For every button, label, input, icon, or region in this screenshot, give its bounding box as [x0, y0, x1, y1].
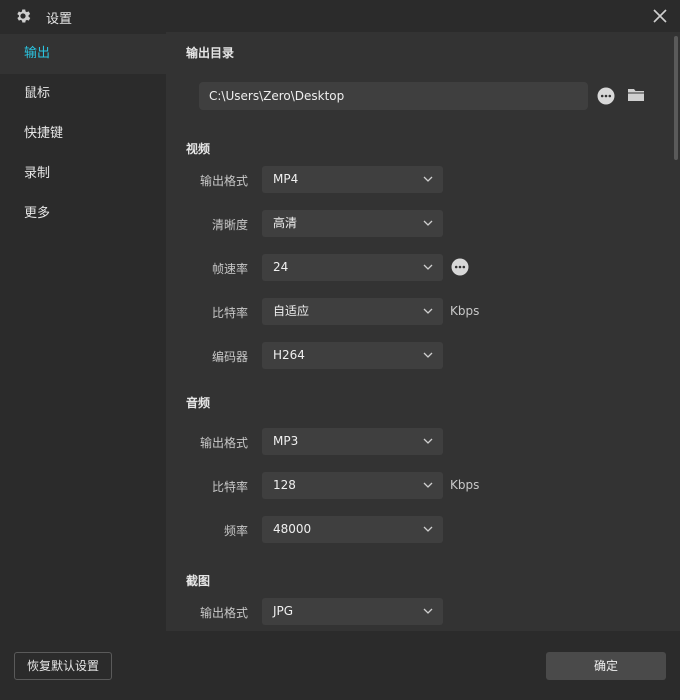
folder-icon[interactable] — [627, 87, 645, 103]
footer: 恢复默认设置 确定 — [0, 631, 680, 700]
audio-bitrate-label: 比特率 — [211, 480, 248, 494]
sidebar-item-hotkeys[interactable]: 快捷键 — [0, 114, 166, 154]
reset-defaults-button[interactable]: 恢复默认设置 — [14, 652, 112, 680]
audio-format-value: MP3 — [273, 434, 299, 448]
screenshot-format-label: 输出格式 — [199, 606, 248, 620]
sidebar-item-mouse[interactable]: 鼠标 — [0, 74, 166, 114]
audio-frequency-label: 频率 — [223, 524, 248, 538]
video-encoder-label: 编码器 — [211, 350, 248, 364]
more-icon[interactable] — [597, 87, 615, 105]
scrollbar-thumb[interactable] — [674, 36, 678, 160]
sidebar-item-record[interactable]: 录制 — [0, 154, 166, 194]
audio-format-label: 输出格式 — [199, 436, 248, 450]
video-quality-select[interactable]: 高清 — [262, 210, 443, 237]
audio-bitrate-value: 128 — [273, 478, 296, 492]
screenshot-format-select[interactable]: JPG — [262, 598, 443, 625]
screenshot-format-value: JPG — [273, 604, 294, 618]
sidebar-item-more[interactable]: 更多 — [0, 194, 166, 234]
video-bitrate-label: 比特率 — [211, 306, 248, 320]
chevron-down-icon — [423, 308, 433, 314]
fps-more-icon[interactable] — [451, 258, 469, 276]
chevron-down-icon — [423, 482, 433, 488]
video-bitrate-value: 自适应 — [273, 304, 310, 318]
video-format-value: MP4 — [273, 172, 299, 186]
sidebar: 输出 鼠标 快捷键 录制 更多 — [0, 32, 166, 631]
video-format-label: 输出格式 — [199, 174, 248, 188]
video-fps-value: 24 — [273, 260, 289, 274]
audio-format-select[interactable]: MP3 — [262, 428, 443, 455]
chevron-down-icon — [423, 438, 433, 444]
close-icon[interactable] — [648, 4, 672, 28]
gear-icon — [17, 9, 31, 23]
chevron-down-icon — [423, 526, 433, 532]
settings-content: 输出目录 C:\Users\Zero\Desktop 视频 输出格式 MP4 清… — [166, 32, 680, 631]
chevron-down-icon — [423, 264, 433, 270]
window-title: 设置 — [46, 12, 73, 27]
chevron-down-icon — [423, 608, 433, 614]
sidebar-item-output[interactable]: 输出 — [0, 34, 166, 74]
output-dir-title: 输出目录 — [186, 46, 235, 60]
output-path-field[interactable]: C:\Users\Zero\Desktop — [199, 82, 588, 110]
title-bar: 设置 — [0, 0, 680, 32]
video-encoder-value: H264 — [273, 348, 305, 362]
audio-frequency-select[interactable]: 48000 — [262, 516, 443, 543]
audio-section-title: 音频 — [186, 396, 211, 410]
ok-button[interactable]: 确定 — [546, 652, 666, 680]
video-quality-value: 高清 — [273, 216, 298, 230]
audio-bitrate-unit: Kbps — [450, 478, 480, 492]
chevron-down-icon — [423, 352, 433, 358]
video-fps-select[interactable]: 24 — [262, 254, 443, 281]
audio-frequency-value: 48000 — [273, 522, 312, 536]
chevron-down-icon — [423, 220, 433, 226]
video-format-select[interactable]: MP4 — [262, 166, 443, 193]
video-encoder-select[interactable]: H264 — [262, 342, 443, 369]
screenshot-section-title: 截图 — [186, 574, 211, 588]
audio-bitrate-select[interactable]: 128 — [262, 472, 443, 499]
video-quality-label: 清晰度 — [211, 218, 248, 232]
chevron-down-icon — [423, 176, 433, 182]
video-section-title: 视频 — [186, 142, 211, 156]
video-bitrate-unit: Kbps — [450, 304, 480, 318]
video-fps-label: 帧速率 — [211, 262, 248, 276]
video-bitrate-select[interactable]: 自适应 — [262, 298, 443, 325]
